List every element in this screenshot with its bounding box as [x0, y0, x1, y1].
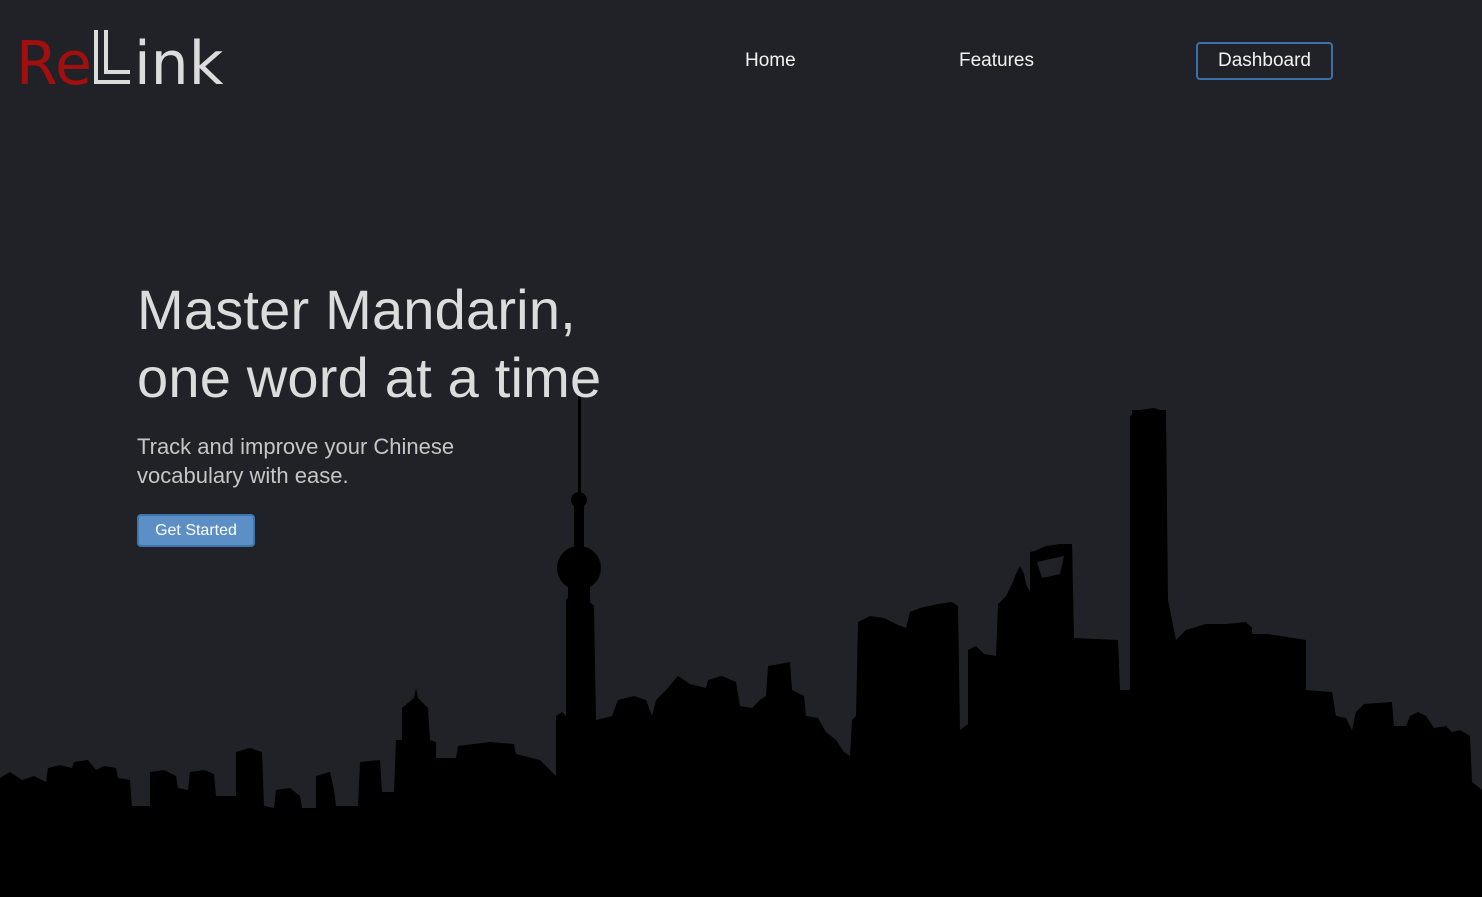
hero-title-line-1: Master Mandarin, — [137, 278, 576, 341]
hero-title: Master Mandarin, one word at a time — [137, 276, 601, 412]
hero-subtitle: Track and improve your Chinese vocabular… — [137, 434, 455, 488]
hero-title-line-2: one word at a time — [137, 346, 602, 409]
landing-page: Re ink Home Features Dashboard Master Ma… — [0, 0, 1482, 897]
get-started-button[interactable]: Get Started — [137, 514, 255, 547]
